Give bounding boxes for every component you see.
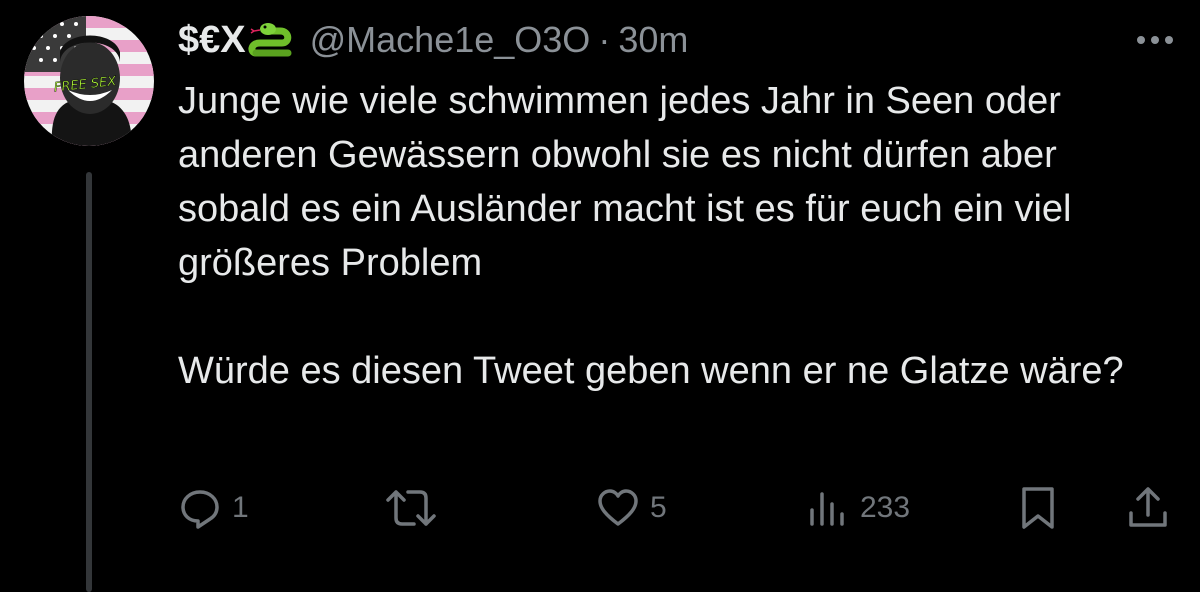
avatar[interactable]: FREE SEX — [24, 16, 154, 146]
tweet-paragraph: Würde es diesen Tweet geben wenn er ne G… — [178, 350, 1124, 392]
views-icon — [810, 492, 844, 526]
reply-button[interactable]: 1 — [178, 478, 249, 538]
retweet-button[interactable] — [386, 478, 446, 538]
views-button[interactable]: 233 — [806, 478, 910, 538]
share-icon — [1129, 487, 1167, 527]
views-count: 233 — [860, 491, 911, 524]
more-button[interactable] — [1130, 22, 1180, 58]
user-handle[interactable]: @Mache1e_O3O — [310, 19, 591, 61]
like-count: 5 — [650, 491, 667, 524]
tweet-text: Junge wie viele schwimmen jedes Jahr in … — [178, 74, 1178, 398]
tweet-paragraph: Junge wie viele schwimmen jedes Jahr in … — [178, 80, 1072, 284]
snake-icon — [248, 19, 298, 61]
reply-icon — [181, 490, 219, 529]
separator-dot: · — [598, 19, 611, 60]
tweet-header: $€X @Mache1e_O3O · 30m — [178, 14, 688, 66]
heart-icon — [598, 489, 638, 526]
bookmark-button[interactable] — [1018, 478, 1058, 538]
timestamp[interactable]: 30m — [618, 19, 688, 61]
display-name[interactable]: $€X — [178, 19, 246, 62]
retweet-icon — [386, 490, 436, 526]
share-button[interactable] — [1126, 478, 1170, 538]
avatar-image: FREE SEX — [24, 16, 154, 146]
bookmark-icon — [1022, 487, 1054, 529]
more-icon — [1137, 36, 1173, 44]
like-button[interactable]: 5 — [596, 478, 667, 538]
action-bar: 1 5 233 — [0, 478, 1200, 538]
reply-count: 1 — [232, 491, 249, 524]
